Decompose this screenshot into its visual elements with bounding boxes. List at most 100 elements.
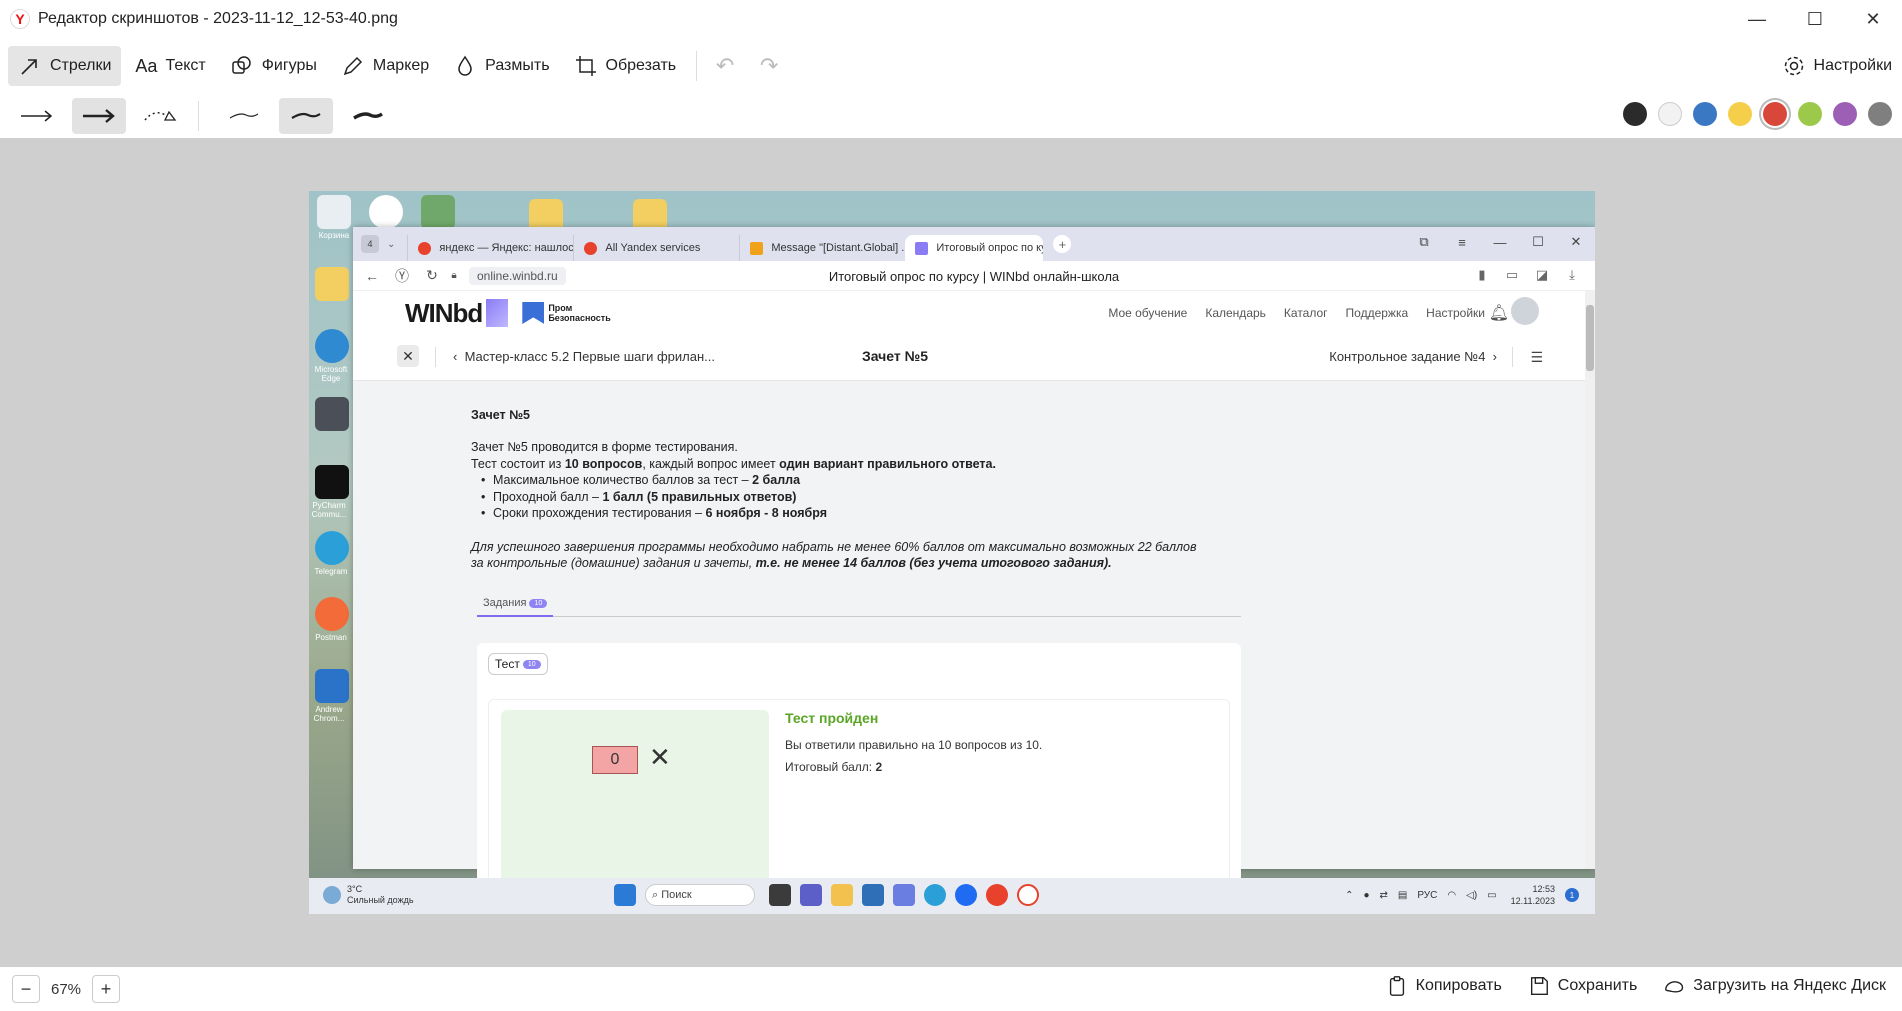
prombezopasnost-logo[interactable]: Пром Безопасность [522,302,611,324]
nav-settings[interactable]: Настройки [1426,306,1485,320]
chevron-up-icon[interactable]: ⌃ [1345,890,1353,901]
tool-text[interactable]: Aa Текст [125,46,215,86]
color-swatch[interactable] [1728,102,1752,126]
explorer-icon[interactable] [831,884,853,906]
telegram-desktop-icon [315,397,349,431]
menu-icon[interactable]: ≡ [1443,227,1481,257]
app-icon[interactable] [955,884,977,906]
scrollbar-thumb[interactable] [1586,305,1594,371]
tool-crop[interactable]: Обрезать [564,46,687,86]
weather-widget[interactable]: 3°C Сильный дождь [323,884,414,906]
stroke-thick[interactable] [341,98,395,134]
browser-maximize-button[interactable]: ☐ [1519,227,1557,257]
lesson-list-icon[interactable]: ☰ [1530,349,1543,366]
tool-arrows[interactable]: Стрелки [8,46,122,86]
tool-arrows-label: Стрелки [50,57,112,74]
browser-tab-label: яндекс — Яндекс: нашлос [439,242,574,254]
tab-tasks[interactable]: Задания 10 [477,597,554,617]
avatar[interactable] [1511,297,1539,325]
browser-tab[interactable]: яндекс — Яндекс: нашлос [407,235,573,261]
test-card: Тест 10 0 ✕ Тест пройден Вы ответили прав… [477,643,1241,899]
chevron-down-icon[interactable]: ⌄ [387,239,395,250]
task-view-icon[interactable] [769,884,791,906]
stroke-medium[interactable] [279,98,333,134]
language-indicator[interactable]: РУС [1417,890,1437,901]
yandex-browser-icon[interactable] [1017,884,1039,906]
thin-arrow-style[interactable] [10,98,64,134]
windows-start-icon[interactable] [614,884,636,906]
color-swatch[interactable] [1693,102,1717,126]
color-swatch[interactable] [1798,102,1822,126]
settings-button[interactable]: Настройки [1782,46,1892,86]
browser-close-button[interactable]: ✕ [1557,227,1595,257]
redo-button[interactable]: ↷ [751,48,787,84]
bell-icon[interactable]: 🔔︎ [1489,303,1509,323]
test-chip[interactable]: Тест 10 [488,653,548,675]
color-swatch[interactable] [1868,102,1892,126]
browser-tab-active[interactable]: Итоговый опрос по кур ✕ [905,235,1044,261]
volume-icon[interactable]: ◁) [1466,890,1477,901]
browser-minimize-button[interactable]: — [1481,227,1519,257]
stroke-thin[interactable] [217,98,271,134]
upload-disk-button[interactable]: Загрузить на Яндекс Диск [1663,975,1886,997]
app-icon[interactable] [893,884,915,906]
taskbar-apps: ⌕ Поиск [614,884,1048,906]
teams-icon[interactable] [800,884,822,906]
minimize-button[interactable]: — [1728,0,1786,38]
zoom-in-button[interactable]: + [92,975,120,1003]
line2-b: 10 вопросов [564,457,643,471]
battery-icon[interactable]: ▭ [1487,890,1496,901]
dotted-arrow-style[interactable] [134,98,188,134]
copy-button[interactable]: Копировать [1386,975,1502,997]
winbd-logo[interactable]: WINbd [405,298,483,329]
thick-arrow-style[interactable] [72,98,126,134]
close-button[interactable]: ✕ [1844,0,1902,38]
line2-d: один вариант правильного ответа. [779,457,996,471]
lesson-content: Зачет №5 Зачет №5 проводится в форме тес… [353,381,1585,899]
tray-app-icon[interactable]: ▤ [1398,890,1407,901]
color-swatch[interactable] [1623,102,1647,126]
tool-marker[interactable]: Маркер [331,46,439,86]
browser-tab[interactable]: Message "[Distant.Global] ... [739,235,905,261]
final-score: Итоговый балл: 2 [785,760,882,774]
save-button[interactable]: Сохранить [1528,975,1637,997]
tray-app-icon[interactable]: ⇄ [1380,890,1388,901]
screenshot-image[interactable]: Корзина Microsoft Edge PyCharm Commu... … [309,191,1595,914]
save-icon [1530,977,1548,995]
weather-icon [323,886,341,904]
tool-blur[interactable]: Размыть [443,46,559,86]
color-swatch[interactable] [1658,102,1682,126]
telegram-icon[interactable] [924,884,946,906]
maximize-button[interactable]: ☐ [1786,0,1844,38]
undo-button[interactable]: ↶ [707,48,743,84]
browser-scrollbar[interactable] [1585,291,1595,869]
prom-logo-text: Пром Безопасность [548,303,611,323]
download-icon[interactable]: ⤓ [1557,267,1587,283]
settings-label: Настройки [1813,57,1892,74]
bullet-bold: 2 балла [752,473,801,487]
tab-count[interactable]: 4 [361,235,379,253]
color-swatch[interactable] [1833,102,1857,126]
yandex-icon[interactable] [986,884,1008,906]
bookmarks-icon[interactable]: ⧉ [1405,227,1443,257]
nav-support[interactable]: Поддержка [1346,306,1409,320]
color-swatch[interactable] [1763,102,1787,126]
tray-app-icon[interactable]: ● [1363,890,1369,901]
new-tab-button[interactable]: + [1053,235,1072,253]
nav-calendar[interactable]: Календарь [1205,306,1266,320]
nav-my-learning[interactable]: Мое обучение [1108,306,1187,320]
app-desktop-icon [421,195,455,229]
taskbar-search[interactable]: ⌕ Поиск [645,884,755,906]
bookmark-icon[interactable]: ▮ [1467,267,1497,283]
nav-catalog[interactable]: Каталог [1284,306,1328,320]
zoom-out-button[interactable]: − [12,975,40,1003]
notification-badge[interactable]: 1 [1565,888,1579,902]
tool-shapes[interactable]: Фигуры [220,46,327,86]
extension-icon[interactable]: ◪ [1527,267,1557,283]
clock[interactable]: 12:53 12.11.2023 [1511,883,1555,907]
next-lesson-link[interactable]: Контрольное задание №4 › [1329,349,1497,364]
store-icon[interactable] [862,884,884,906]
browser-tab[interactable]: All Yandex services [573,235,739,261]
address-bar: ← Ⓨ ↻ 🔒︎ online.winbd.ru Итоговый опрос … [353,261,1595,291]
wifi-icon[interactable]: ◠ [1447,890,1456,901]
